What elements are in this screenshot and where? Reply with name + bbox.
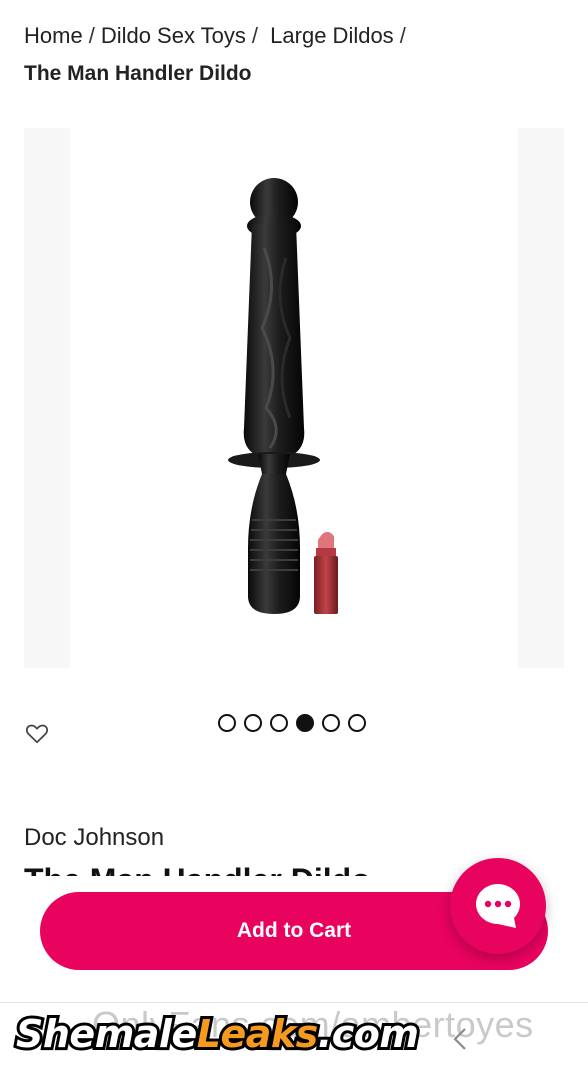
add-to-cart-label: Add to Cart — [236, 919, 352, 942]
watermark-logo: Shemale Leaks .com — [13, 1009, 422, 1072]
chat-button[interactable] — [450, 858, 546, 954]
product-image — [228, 178, 338, 614]
chevron-left-icon — [453, 1028, 466, 1050]
breadcrumb-current: The Man Handler Dildo — [24, 62, 252, 85]
breadcrumb-separator: / — [399, 23, 406, 48]
carousel-pagination — [218, 714, 366, 734]
breadcrumb-home[interactable]: Home — [24, 23, 83, 48]
carousel-dot-active[interactable] — [296, 714, 314, 732]
breadcrumb: Home / Dildo Sex Toys / Large Dildos / The M… — [24, 22, 564, 88]
logo-text-part2: Leaks — [194, 1009, 322, 1059]
breadcrumb-dildo-sex-toys[interactable]: Dildo Sex Toys — [101, 23, 246, 48]
logo-text-part3: .com — [315, 1009, 422, 1059]
breadcrumb-separator: / — [251, 23, 259, 48]
carousel-dot[interactable] — [348, 714, 366, 732]
carousel-dot[interactable] — [244, 714, 262, 732]
breadcrumb-large-dildos[interactable]: Large Dildos — [270, 23, 394, 48]
chat-bubble-icon — [476, 884, 520, 928]
carousel-dot[interactable] — [218, 714, 236, 732]
product-brand[interactable]: Doc Johnson — [24, 824, 164, 852]
logo-text-part1: Shemale — [13, 1009, 200, 1059]
carousel-dot[interactable] — [270, 714, 288, 732]
product-image-gallery[interactable] — [24, 128, 564, 668]
bottom-divider — [0, 1002, 588, 1003]
carousel-dot[interactable] — [322, 714, 340, 732]
heart-icon[interactable] — [24, 720, 50, 746]
product-title-wrapper: The Man Handler Dildo — [24, 862, 454, 876]
product-title: The Man Handler Dildo — [24, 864, 454, 876]
breadcrumb-separator: / — [88, 23, 95, 48]
